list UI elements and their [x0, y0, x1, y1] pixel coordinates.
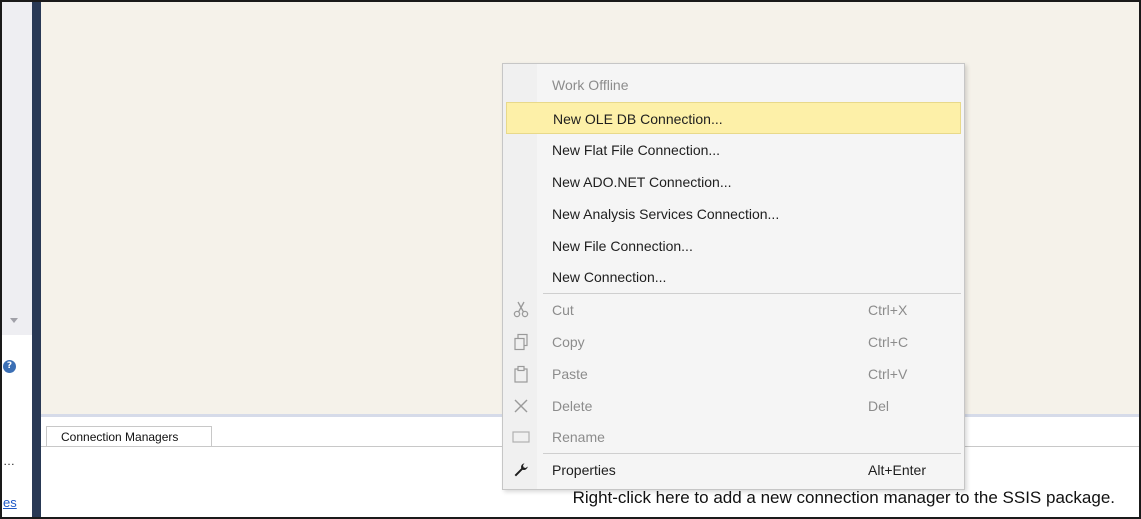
wrench-icon — [510, 454, 532, 486]
menu-item-properties[interactable]: Properties Alt+Enter — [506, 454, 961, 486]
menu-item-label: Copy — [552, 334, 585, 350]
menu-item-rename[interactable]: Rename — [506, 421, 961, 453]
connection-managers-hint: Right-click here to add a new connection… — [572, 488, 1115, 507]
menu-item-label: New ADO.NET Connection... — [552, 174, 732, 190]
menu-item-shortcut: Ctrl+C — [868, 334, 909, 350]
menu-item-copy[interactable]: Copy Ctrl+C — [506, 326, 961, 358]
menu-item-label: New Analysis Services Connection... — [552, 206, 780, 222]
delete-x-icon — [510, 390, 532, 422]
menu-item-new-flat-file-connection[interactable]: New Flat File Connection... — [506, 134, 961, 166]
copy-icon — [510, 326, 532, 358]
scroll-down-arrow-icon[interactable] — [10, 318, 18, 323]
menu-item-shortcut: Ctrl+V — [868, 366, 908, 382]
menu-item-shortcut: Alt+Enter — [868, 462, 926, 478]
menu-item-new-file-connection[interactable]: New File Connection... — [506, 230, 961, 262]
menu-item-label: Cut — [552, 302, 574, 318]
menu-item-paste[interactable]: Paste Ctrl+V — [506, 358, 961, 390]
menu-item-label: New Flat File Connection... — [552, 142, 721, 158]
menu-item-label: Rename — [552, 429, 605, 445]
menu-item-cut[interactable]: Cut Ctrl+X — [506, 294, 961, 326]
ssis-designer-window: ? … es Connection Managers Right-click h… — [0, 0, 1141, 519]
rename-icon — [510, 421, 532, 453]
paste-icon — [510, 358, 532, 390]
menu-item-label: Delete — [552, 398, 593, 414]
toolbox-list[interactable] — [2, 2, 32, 335]
menu-item-label: Work Offline — [552, 77, 629, 93]
panel-splitter[interactable] — [32, 2, 41, 517]
menu-item-new-analysis-services-connection[interactable]: New Analysis Services Connection... — [506, 198, 961, 230]
menu-item-shortcut: Ctrl+X — [868, 302, 908, 318]
menu-item-new-oledb-connection[interactable]: New OLE DB Connection... — [506, 102, 961, 134]
menu-item-label: Properties — [552, 462, 616, 478]
context-menu: Work Offline New OLE DB Connection... Ne… — [502, 63, 965, 490]
menu-item-new-adonet-connection[interactable]: New ADO.NET Connection... — [506, 166, 961, 198]
toolbox-link[interactable]: es — [3, 495, 17, 510]
tab-connection-managers[interactable]: Connection Managers — [46, 426, 212, 446]
menu-item-label: New Connection... — [552, 269, 667, 285]
menu-item-shortcut: Del — [868, 398, 890, 414]
menu-item-label: New File Connection... — [552, 238, 693, 254]
truncated-text: … — [3, 454, 15, 468]
menu-item-new-connection[interactable]: New Connection... — [506, 261, 961, 293]
menu-item-delete[interactable]: Delete Del — [506, 390, 961, 422]
menu-item-work-offline[interactable]: Work Offline — [506, 69, 961, 101]
menu-item-label: Paste — [552, 366, 588, 382]
menu-item-label: New OLE DB Connection... — [553, 111, 723, 127]
scissors-icon — [510, 294, 532, 326]
toolbox-panel: ? … es — [2, 2, 32, 517]
help-icon[interactable]: ? — [3, 360, 16, 373]
